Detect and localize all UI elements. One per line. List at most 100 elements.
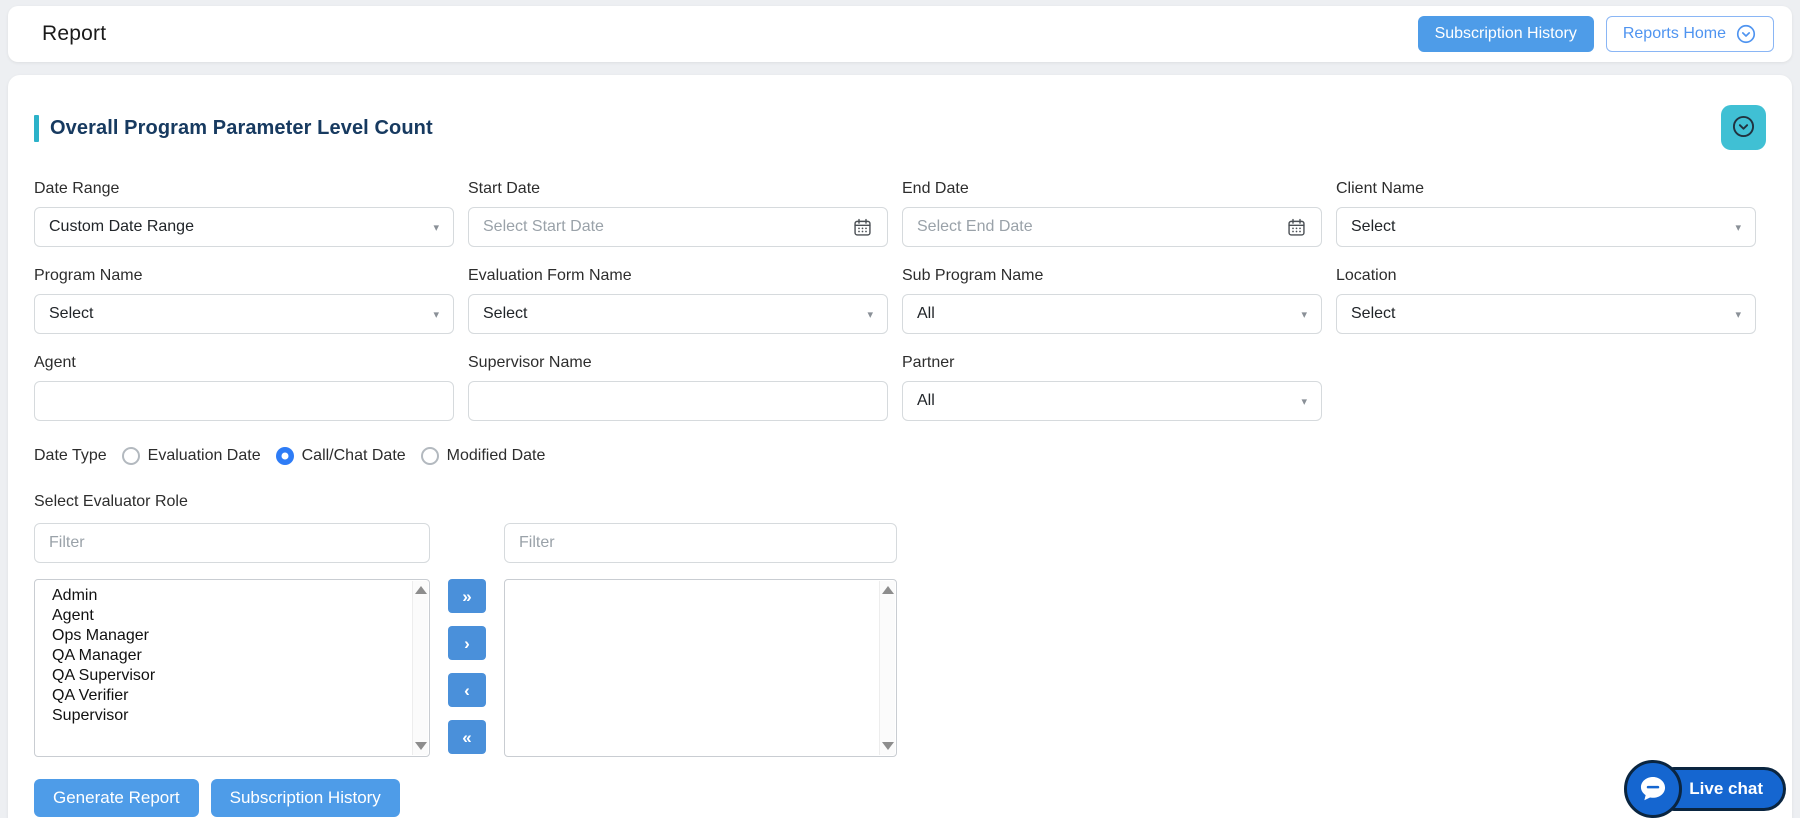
list-item[interactable]: Agent	[52, 606, 411, 626]
live-chat-widget[interactable]: Live chat	[1624, 760, 1786, 818]
selected-roles-options	[505, 586, 878, 750]
agent-field	[34, 381, 454, 421]
partner-select[interactable]: All ▾	[902, 381, 1322, 421]
supervisor-name-label: Supervisor Name	[468, 354, 592, 371]
available-roles-listbox[interactable]: Admin Agent Ops Manager QA Manager QA Superv…	[34, 579, 430, 757]
list-item[interactable]: QA Verifier	[52, 686, 411, 706]
move-all-left-button[interactable]: «	[448, 720, 486, 754]
client-name-select[interactable]: Select ▾	[1336, 207, 1756, 247]
field-location: Location Select ▾	[1336, 267, 1756, 334]
dropdown-caret-icon: ▾	[1301, 308, 1307, 321]
move-right-button[interactable]: ›	[448, 626, 486, 660]
date-type-label: Date Type	[34, 447, 107, 464]
client-name-value: Select	[1351, 218, 1396, 235]
top-header-bar: Report Subscription History Reports Home	[8, 6, 1792, 62]
calendar-icon[interactable]	[1286, 217, 1307, 238]
panel-title: Overall Program Parameter Level Count	[50, 117, 433, 139]
evaluator-role-dual-list: AdminAgentOps ManagerQA ManagerQA Superv…	[34, 523, 1766, 757]
reports-home-button[interactable]: Reports Home	[1605, 16, 1774, 52]
radio-label: Modified Date	[446, 447, 546, 464]
end-date-label: End Date	[902, 180, 969, 197]
evaluator-role-label: Select Evaluator Role	[34, 493, 188, 510]
reports-home-label: Reports Home	[1622, 25, 1726, 42]
end-date-input[interactable]	[917, 208, 1286, 246]
date-range-value: Custom Date Range	[49, 218, 194, 235]
radio-call-chat-date[interactable]: Call/Chat Date	[275, 447, 406, 465]
partner-label: Partner	[902, 354, 955, 371]
subscription-history-bottom-button[interactable]: Subscription History	[210, 779, 400, 817]
field-end-date: End Date	[902, 180, 1322, 247]
list-item[interactable]: QA Manager	[52, 646, 411, 666]
date-range-select[interactable]: Custom Date Range ▾	[34, 207, 454, 247]
header-actions: Subscription History Reports Home	[1417, 16, 1774, 52]
field-supervisor-name: Supervisor Name	[468, 354, 888, 421]
field-date-range: Date Range Custom Date Range ▾	[34, 180, 454, 247]
dropdown-caret-icon: ▾	[1735, 308, 1741, 321]
form-actions: Generate Report Subscription History	[34, 779, 1766, 817]
dropdown-caret-icon: ▾	[433, 221, 439, 234]
scroll-up-icon[interactable]	[881, 586, 894, 594]
evaluation-form-name-value: Select	[483, 305, 528, 322]
calendar-icon[interactable]	[852, 217, 873, 238]
radio-evaluation-date[interactable]: Evaluation Date	[121, 447, 261, 465]
agent-input[interactable]	[49, 382, 439, 420]
location-value: Select	[1351, 305, 1396, 322]
field-agent: Agent	[34, 354, 454, 421]
radio-label: Call/Chat Date	[301, 447, 406, 464]
move-left-button[interactable]: ‹	[448, 673, 486, 707]
dropdown-caret-icon: ▾	[867, 308, 873, 321]
collapse-panel-button[interactable]	[1721, 105, 1766, 150]
date-range-label: Date Range	[34, 180, 120, 197]
available-roles-options: Admin Agent Ops Manager QA Manager QA Superv…	[35, 586, 411, 750]
agent-label: Agent	[34, 354, 76, 371]
dropdown-caret-icon: ▾	[433, 308, 439, 321]
chat-bubble-icon	[1624, 760, 1683, 818]
panel-header: Overall Program Parameter Level Count	[34, 105, 1766, 150]
report-filter-panel: Overall Program Parameter Level Count Da…	[8, 75, 1792, 818]
list-item[interactable]: Supervisor	[52, 706, 411, 726]
list-item[interactable]: Ops Manager	[52, 626, 411, 646]
filter-form: Date Range Custom Date Range ▾ Start Dat…	[34, 180, 1766, 421]
radio-label: Evaluation Date	[147, 447, 261, 464]
list-item[interactable]: Admin	[52, 586, 411, 606]
client-name-label: Client Name	[1336, 180, 1425, 197]
available-roles-filter-input[interactable]	[34, 523, 430, 563]
program-name-select[interactable]: Select ▾	[34, 294, 454, 334]
radio-icon	[275, 447, 294, 465]
start-date-label: Start Date	[468, 180, 541, 197]
listbox-scrollbar[interactable]	[412, 581, 428, 755]
start-date-input[interactable]	[483, 208, 852, 246]
radio-icon	[420, 447, 439, 465]
field-sub-program-name: Sub Program Name All ▾	[902, 267, 1322, 334]
evaluation-form-name-label: Evaluation Form Name	[468, 267, 632, 284]
supervisor-name-input[interactable]	[483, 382, 873, 420]
sub-program-name-select[interactable]: All ▾	[902, 294, 1322, 334]
subscription-history-button[interactable]: Subscription History	[1417, 16, 1594, 52]
scroll-down-icon[interactable]	[414, 742, 427, 750]
generate-report-button[interactable]: Generate Report	[34, 779, 199, 817]
evaluation-form-name-select[interactable]: Select ▾	[468, 294, 888, 334]
field-start-date: Start Date	[468, 180, 888, 247]
dropdown-caret-icon: ▾	[1301, 395, 1307, 408]
chevron-down-circle-icon	[1735, 23, 1757, 45]
field-client-name: Client Name Select ▾	[1336, 180, 1756, 247]
field-partner: Partner All ▾	[902, 354, 1322, 421]
sub-program-name-label: Sub Program Name	[902, 267, 1044, 284]
scroll-up-icon[interactable]	[414, 586, 427, 594]
program-name-value: Select	[49, 305, 94, 322]
scroll-down-icon[interactable]	[881, 742, 894, 750]
selected-roles-listbox[interactable]	[504, 579, 897, 757]
transfer-buttons: » › ‹ «	[430, 523, 504, 754]
selected-roles-filter-input[interactable]	[504, 523, 897, 563]
list-item[interactable]: QA Supervisor	[52, 666, 411, 686]
radio-modified-date[interactable]: Modified Date	[420, 447, 546, 465]
partner-value: All	[917, 392, 935, 409]
location-select[interactable]: Select ▾	[1336, 294, 1756, 334]
listbox-scrollbar[interactable]	[879, 581, 895, 755]
radio-icon	[121, 447, 140, 465]
title-accent-bar	[34, 115, 39, 142]
location-label: Location	[1336, 267, 1397, 284]
move-all-right-button[interactable]: »	[448, 579, 486, 613]
date-type-group: Date Type Evaluation Date Call/Chat Date…	[34, 447, 1766, 465]
collapse-icon	[1730, 113, 1757, 143]
